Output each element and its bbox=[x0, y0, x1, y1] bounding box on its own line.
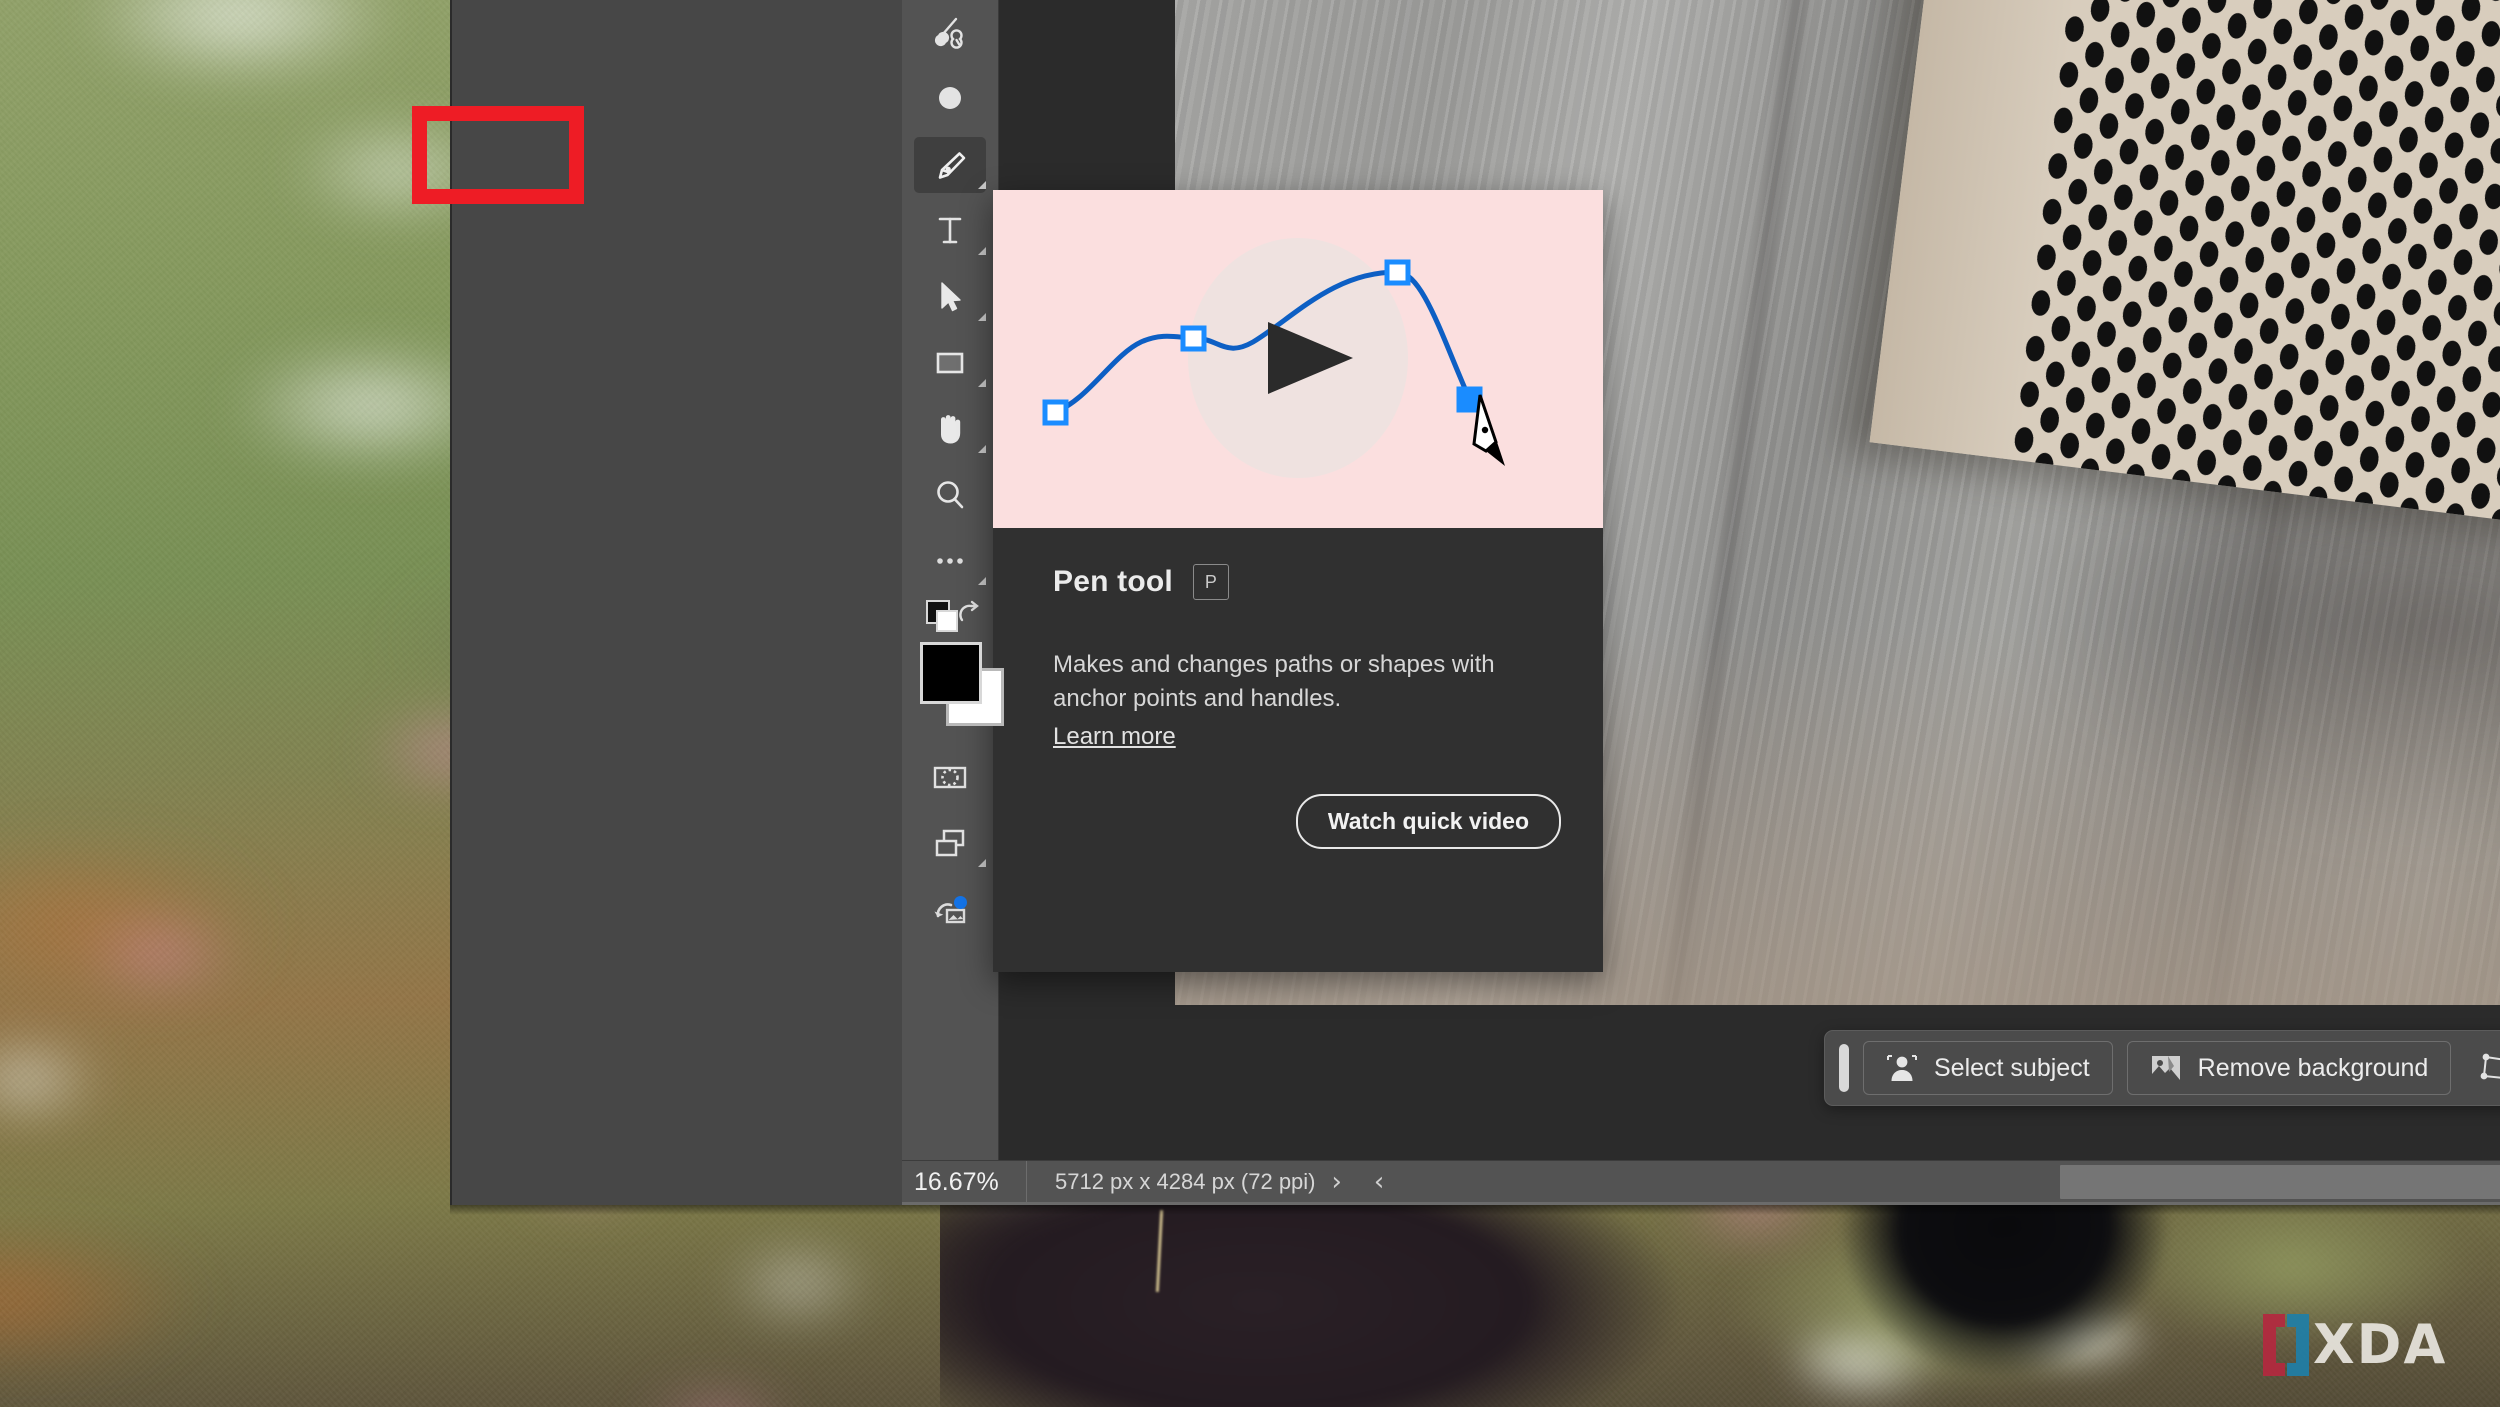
tool-flyout-corner-icon bbox=[978, 379, 986, 387]
xda-bracket-icon bbox=[2263, 1314, 2309, 1376]
share-button[interactable] bbox=[902, 876, 998, 942]
pen-nib-icon bbox=[938, 152, 966, 179]
transform-button[interactable] bbox=[2465, 1042, 2500, 1094]
swap-colors-icon[interactable] bbox=[954, 598, 984, 628]
coachmark-actions: Watch quick video bbox=[993, 754, 1603, 850]
screenshot-root: XDA Pen tool P Makes and changes paths o… bbox=[0, 0, 2500, 1407]
scrollbar-thumb[interactable] bbox=[2060, 1165, 2500, 1199]
xda-watermark: XDA bbox=[2263, 1310, 2478, 1380]
magnifier-icon bbox=[937, 481, 964, 509]
tool-spot-healing-brush[interactable] bbox=[902, 0, 998, 66]
red-highlight-box bbox=[412, 106, 584, 204]
status-bar[interactable]: 16.67% 5712 px x 4284 px (72 ppi) › ‹ bbox=[902, 1160, 2500, 1203]
share-image-icon bbox=[934, 896, 967, 924]
hand-icon bbox=[941, 415, 961, 444]
screen-mode-icon bbox=[935, 829, 965, 857]
pen-tool-coachmark[interactable]: Pen tool P Makes and changes paths or sh… bbox=[993, 190, 1603, 972]
tool-flyout-corner-icon bbox=[978, 313, 986, 321]
tool-pen[interactable] bbox=[902, 132, 998, 198]
watch-quick-video-button[interactable]: Watch quick video bbox=[1295, 794, 1561, 850]
rectangle-icon bbox=[936, 352, 964, 374]
zoom-level-field[interactable]: 16.67% bbox=[902, 1168, 1026, 1197]
tool-zoom[interactable] bbox=[902, 462, 998, 528]
person-silhouette-icon bbox=[1887, 1055, 1917, 1081]
remove-background-button[interactable]: Remove background bbox=[2126, 1041, 2452, 1095]
transform-path-icon bbox=[2480, 1053, 2500, 1080]
tool-flyout-corner-icon bbox=[978, 577, 986, 585]
horizontal-scrollbar[interactable] bbox=[1400, 1161, 2500, 1203]
tool-edit-toolbar[interactable] bbox=[902, 528, 998, 594]
tools-panel[interactable] bbox=[902, 0, 1004, 1205]
status-next-chevron-icon[interactable]: › bbox=[1316, 1167, 1358, 1197]
contextual-task-bar[interactable]: Select subject Remove background bbox=[1824, 1030, 2500, 1106]
foreground-color-swatch[interactable] bbox=[920, 642, 982, 704]
shortcut-key-badge: P bbox=[1192, 564, 1229, 600]
pen-path-illustration bbox=[1042, 238, 1505, 478]
tool-brush[interactable] bbox=[902, 66, 998, 132]
tool-flyout-corner-icon bbox=[978, 859, 986, 867]
color-swatches[interactable] bbox=[902, 594, 1004, 744]
description-text: Makes and changes paths or shapes with a… bbox=[1053, 651, 1495, 713]
page-title: Pen tool bbox=[1053, 565, 1173, 598]
drag-handle[interactable] bbox=[1839, 1044, 1849, 1092]
tool-flyout-corner-icon bbox=[978, 247, 986, 255]
pen-path-demo-thumbnail[interactable] bbox=[993, 190, 1603, 528]
tool-type[interactable] bbox=[902, 198, 998, 264]
pen-cursor-icon bbox=[1472, 394, 1505, 466]
brush-dot-icon bbox=[939, 87, 961, 109]
quick-mask-button[interactable] bbox=[902, 744, 998, 810]
learn-more-link[interactable]: Learn more bbox=[1053, 720, 1176, 754]
tool-flyout-corner-icon bbox=[978, 181, 986, 189]
status-prev-chevron-icon[interactable]: ‹ bbox=[1358, 1167, 1400, 1197]
arrow-cursor-icon bbox=[941, 282, 961, 312]
xda-wordmark: XDA bbox=[2313, 1313, 2448, 1376]
coachmark-description: Makes and changes paths or shapes with a… bbox=[1053, 648, 1543, 754]
type-t-icon bbox=[938, 217, 962, 244]
remove-background-label: Remove background bbox=[2197, 1053, 2429, 1082]
select-subject-button[interactable]: Select subject bbox=[1863, 1041, 2113, 1095]
photoshop-window: Pen tool P Makes and changes paths or sh… bbox=[450, 0, 2500, 1205]
ellipsis-icon bbox=[937, 558, 963, 564]
screen-mode-button[interactable] bbox=[902, 810, 998, 876]
quick-mask-icon bbox=[933, 766, 967, 789]
image-mask-icon bbox=[2151, 1056, 2180, 1080]
window-drop-shadow bbox=[450, 1205, 2500, 1215]
healing-brush-icon bbox=[934, 17, 963, 49]
coachmark-body: Pen tool P Makes and changes paths or sh… bbox=[993, 528, 1603, 754]
select-subject-label: Select subject bbox=[1934, 1053, 2090, 1082]
tool-rectangle[interactable] bbox=[902, 330, 998, 396]
document-info-label: 5712 px x 4284 px (72 ppi) bbox=[1055, 1169, 1316, 1194]
tool-hand[interactable] bbox=[902, 396, 998, 462]
tool-flyout-corner-icon bbox=[978, 445, 986, 453]
default-colors-icon[interactable] bbox=[926, 600, 958, 632]
coachmark-header: Pen tool P bbox=[1053, 564, 1543, 600]
tool-path-selection[interactable] bbox=[902, 264, 998, 330]
